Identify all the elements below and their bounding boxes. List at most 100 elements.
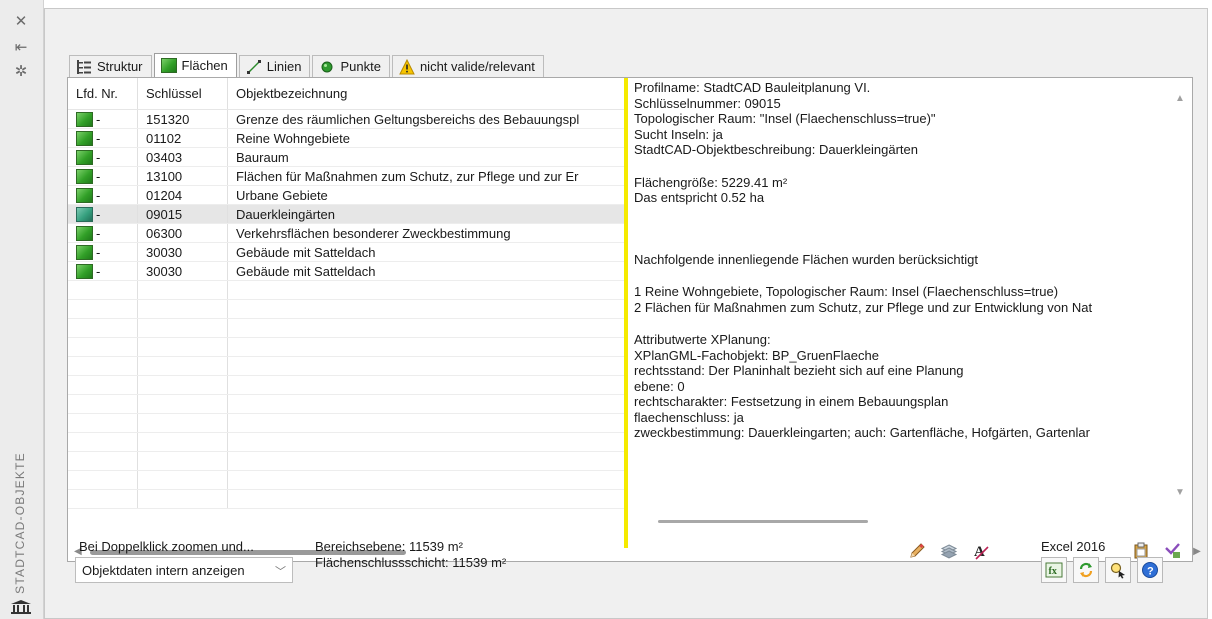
column-header-name[interactable]: Objektbezeichnung (228, 78, 628, 109)
info-inner-heading: Nachfolgende innenliegende Flächen wurde… (634, 251, 979, 267)
table-row[interactable]: - 151320 Grenze des räumlichen Geltungsb… (68, 110, 628, 129)
table-row[interactable]: - 01102 Reine Wohngebiete (68, 129, 628, 148)
area-swatch-icon (76, 130, 93, 146)
area-swatch-icon (76, 206, 93, 222)
area-swatch-icon (76, 225, 93, 241)
pencil-icon (910, 543, 925, 558)
table-row-selected[interactable]: - 09015 Dauerkleingärten (68, 205, 628, 224)
empty-row (68, 338, 628, 357)
object-info-text: Profilname: StadtCAD Bauleitplanung VI. … (634, 80, 1158, 520)
main-panel: Struktur Flächen Linien Punkte nicht val… (44, 8, 1208, 619)
palette-strip: ✕ ⇤ ✲ STADTCAD-OBJEKTE (0, 0, 44, 619)
info-attr-heading: Attributwerte XPlanung: (634, 332, 771, 347)
empty-row (68, 433, 628, 452)
info-vertical-scrollbar[interactable]: ▲ ▼ (1168, 78, 1192, 510)
info-attr-zweck: zweckbestimmung: Dauerkleingarten; auch:… (634, 425, 1090, 440)
filter-check-icon (1165, 543, 1180, 558)
area-closure-text: Flächenschlussschicht: 11539 m² (315, 555, 507, 570)
info-attr-ebene: ebene: 0 (634, 378, 685, 394)
info-attr-fachobjekt: XPlanGML-Fachobjekt: BP_GruenFlaeche (634, 347, 879, 363)
refresh-button[interactable] (1073, 557, 1099, 583)
info-attr-rechtsstand: rechtsstand: Der Planinhalt bezieht sich… (634, 363, 964, 378)
properties-icon[interactable]: ✲ (10, 62, 32, 80)
tab-punkte[interactable]: Punkte (312, 55, 390, 77)
empty-row (68, 414, 628, 433)
tab-label: Punkte (340, 59, 381, 74)
tab-flaechen[interactable]: Flächen (153, 53, 237, 77)
info-topology: Topologischer Raum: "Insel (Flaechenschl… (634, 111, 936, 126)
info-area-ha: Das entspricht 0.52 ha (634, 190, 765, 205)
object-table: Lfd. Nr. Schlüssel Objektbezeichnung - 1… (68, 78, 628, 533)
text-style-button[interactable]: A (968, 540, 994, 562)
area-icon (160, 58, 177, 73)
select-object-button[interactable] (1105, 557, 1131, 583)
help-icon: ? (1142, 562, 1158, 578)
point-icon (321, 61, 333, 72)
info-key-number: Schlüsselnummer: 09015 (634, 95, 781, 111)
empty-row (68, 395, 628, 414)
column-header-key[interactable]: Schlüssel (138, 78, 228, 109)
help-button[interactable]: ? (1137, 557, 1163, 583)
building-icon (11, 600, 31, 614)
table-row[interactable]: - 30030 Gebäude mit Satteldach (68, 243, 628, 262)
empty-row (68, 357, 628, 376)
info-islands: Sucht Inseln: ja (634, 126, 723, 142)
line-icon (246, 59, 261, 74)
chevron-down-icon: ﹀ (275, 566, 286, 578)
warning-icon (399, 58, 415, 74)
excel-icon: fx (1045, 562, 1063, 578)
splitter-divider[interactable] (624, 78, 628, 548)
area-swatch-icon (76, 111, 93, 127)
table-row[interactable]: - 03403 Bauraum (68, 148, 628, 167)
info-area: Flächengröße: 5229.41 m² (634, 174, 788, 190)
close-icon[interactable]: ✕ (10, 12, 32, 30)
auto-hide-icon[interactable]: ⇤ (10, 38, 32, 56)
scroll-up-icon[interactable]: ▲ (1174, 94, 1186, 104)
empty-row (68, 452, 628, 471)
palette-title: STADTCAD-OBJEKTE (13, 452, 27, 594)
table-rows: - 151320 Grenze des räumlichen Geltungsb… (68, 110, 628, 509)
info-inner-2: 2 Flächen für Maßnahmen zum Schutz, zur … (634, 299, 1093, 315)
excel-export-button[interactable]: fx (1041, 557, 1067, 583)
pencil-button[interactable] (904, 540, 930, 562)
tree-icon (77, 59, 91, 74)
svg-text:?: ? (1147, 566, 1154, 578)
search-pointer-icon (1110, 562, 1125, 579)
doubleclick-action-select[interactable]: Objektdaten intern anzeigen ﹀ (75, 557, 293, 583)
tab-struktur[interactable]: Struktur (69, 55, 152, 77)
info-horizontal-scrollbar[interactable] (658, 520, 868, 523)
content-frame: Lfd. Nr. Schlüssel Objektbezeichnung - 1… (67, 77, 1201, 562)
text-style-icon: A (974, 544, 989, 560)
empty-row (68, 490, 628, 509)
table-row[interactable]: - 06300 Verkehrsflächen besonderer Zweck… (68, 224, 628, 243)
column-header-nr[interactable]: Lfd. Nr. (68, 78, 138, 109)
scroll-down-icon[interactable]: ▼ (1174, 488, 1186, 498)
tab-label: Flächen (181, 58, 228, 73)
info-description: StadtCAD-Objektbeschreibung: Dauerkleing… (634, 142, 918, 157)
table-header: Lfd. Nr. Schlüssel Objektbezeichnung (68, 78, 628, 110)
empty-row (68, 471, 628, 490)
info-attr-flaechenschluss: flaechenschluss: ja (634, 409, 744, 425)
table-row[interactable]: - 30030 Gebäude mit Satteldach (68, 262, 628, 281)
tab-nicht-valide[interactable]: nicht valide/relevant (391, 55, 544, 77)
filter-button[interactable] (1160, 540, 1186, 562)
area-swatch-icon (76, 187, 93, 203)
doubleclick-label: Bei Doppelklick zoomen und... (79, 539, 254, 554)
tab-label: Linien (266, 59, 302, 74)
table-row[interactable]: - 13100 Flächen für Maßnahmen zum Schutz… (68, 167, 628, 186)
area-swatch-icon (76, 244, 93, 260)
table-row[interactable]: - 01204 Urbane Gebiete (68, 186, 628, 205)
info-inner-1: 1 Reine Wohngebiete, Topologischer Raum:… (634, 284, 1059, 299)
empty-row (68, 376, 628, 395)
tab-label: nicht valide/relevant (419, 59, 535, 74)
tab-linien[interactable]: Linien (238, 55, 311, 77)
svg-text:fx: fx (1049, 566, 1057, 577)
area-swatch-icon (76, 149, 93, 165)
info-profile: Profilname: StadtCAD Bauleitplanung VI. (634, 80, 871, 95)
layers-icon (940, 544, 958, 559)
toolbar-more-icon[interactable]: ▶ (1192, 540, 1202, 562)
area-swatch-icon (76, 263, 93, 279)
select-value: Objektdaten intern anzeigen (82, 562, 245, 578)
layers-button[interactable] (936, 540, 962, 562)
tab-label: Struktur (97, 59, 143, 74)
